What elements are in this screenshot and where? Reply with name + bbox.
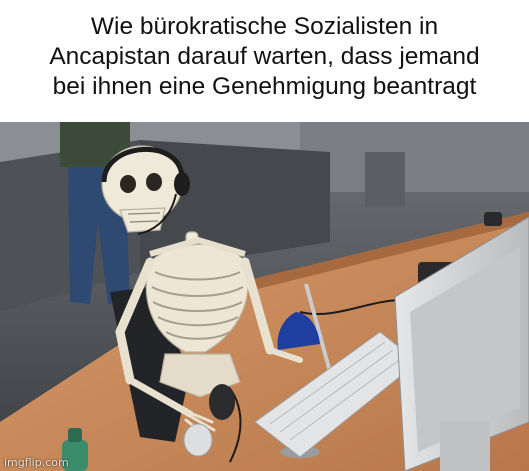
caption-panel: Wie bürokratische Sozialisten in Ancapis… [0, 0, 529, 122]
meme-caption: Wie bürokratische Sozialisten in Ancapis… [49, 13, 480, 100]
wastebasket [365, 152, 405, 207]
meme-image: Wie bürokratische Sozialisten in Ancapis… [0, 0, 529, 471]
skeleton-at-desk-illustration [0, 122, 529, 471]
imgflip-watermark: imgflip.com [4, 456, 69, 469]
meme-photo: imgflip.com [0, 122, 529, 471]
